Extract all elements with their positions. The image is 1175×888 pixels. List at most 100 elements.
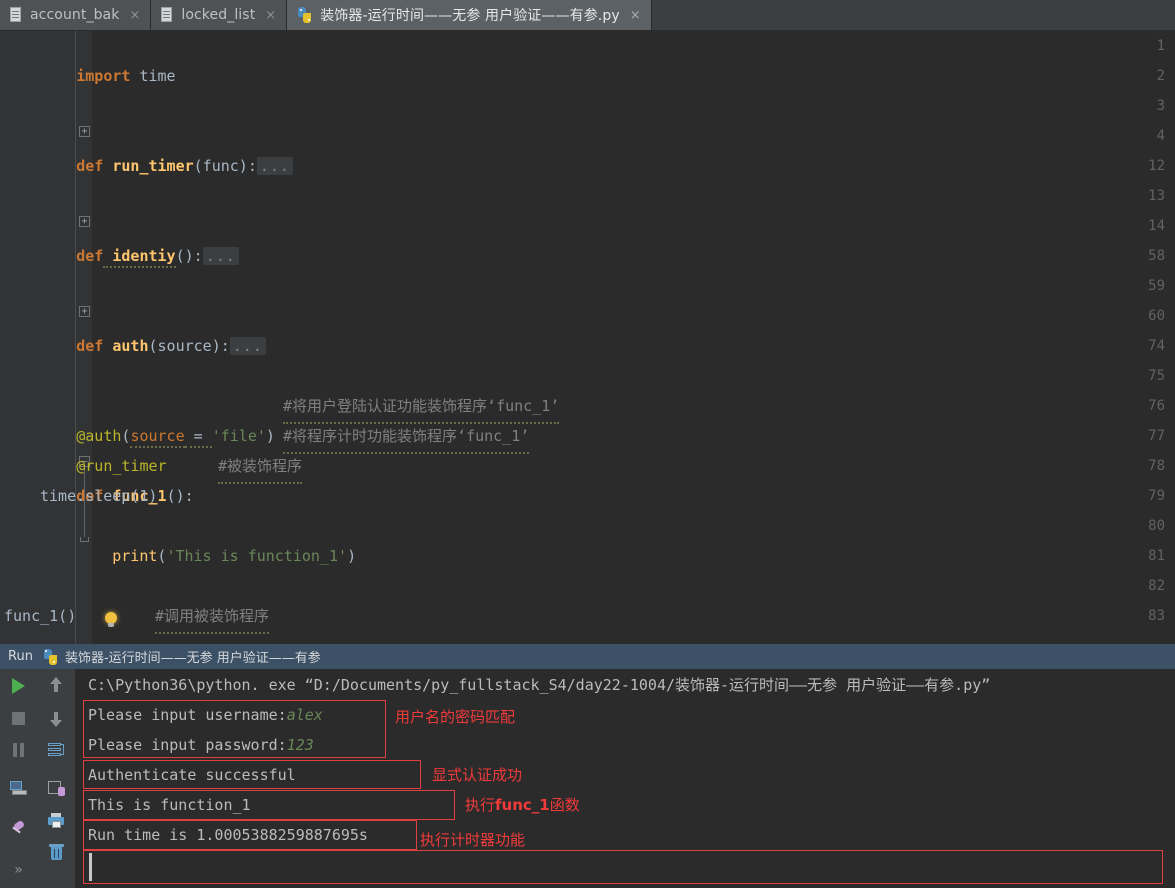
run-toolbar-right — [37, 669, 76, 888]
function-args: (): — [175, 247, 203, 265]
editor-tab-account-bak[interactable]: account_bak × — [0, 0, 152, 30]
tab-label: locked_list — [181, 7, 256, 23]
run-toolbar-left: » — [0, 669, 38, 888]
inline-comment: #调用被装饰程序 — [155, 601, 270, 634]
line-number: 81 — [1148, 548, 1165, 564]
user-input-value: alex — [286, 706, 323, 724]
editor-tab-bar: account_bak × locked_list × 装饰器-运行时间——无参… — [0, 0, 1175, 31]
export-button[interactable] — [37, 773, 75, 803]
annotation-box-caret-row — [83, 850, 1163, 884]
function-args: (source): — [148, 337, 230, 355]
show-console-button[interactable] — [0, 773, 37, 803]
run-configuration-name: 装饰器-运行时间——无参 用户验证——有参 — [64, 651, 321, 666]
console-output[interactable]: C:\Python36\python. exe “D:/Documents/py… — [76, 669, 1175, 888]
string-literal: 'This is function_1' — [166, 547, 348, 565]
expand-more-button[interactable]: » — [0, 855, 37, 885]
trash-icon — [48, 844, 64, 860]
console-icon — [9, 780, 28, 796]
line-number: 3 — [1156, 98, 1165, 114]
run-tool-window-label: Run — [8, 649, 33, 664]
function-args: (func): — [193, 157, 257, 175]
python-file-icon — [43, 648, 59, 665]
user-input-value: 123 — [286, 736, 314, 754]
folded-body-placeholder[interactable]: ... — [256, 157, 293, 175]
line-number: 12 — [1148, 158, 1165, 174]
rerun-button[interactable] — [0, 671, 37, 701]
statement-time-sleep: time.sleep(1) — [40, 487, 158, 505]
module-name: time — [130, 67, 176, 85]
line-number: 2 — [1156, 68, 1165, 84]
annot-emphasis: func_1 — [495, 796, 550, 814]
console-caret — [89, 853, 92, 881]
code-line-14: def identiy():... — [0, 211, 1175, 268]
file-icon — [10, 7, 23, 23]
code-line-4: def run_timer(func):... — [0, 121, 1175, 175]
soft-wrap-button[interactable] — [37, 735, 75, 765]
keyword-def: def — [76, 247, 104, 265]
tab-label: account_bak — [30, 7, 120, 23]
play-icon — [12, 678, 25, 694]
statement-func-1-call: func_1() — [4, 607, 77, 625]
console-line-password-prompt: Please input password:123 — [88, 731, 314, 760]
code-line-78: def func_1(): #被装饰程序 — [0, 451, 1175, 505]
print-button[interactable] — [37, 805, 75, 835]
down-the-stack-trace-button[interactable] — [37, 703, 75, 733]
up-the-stack-trace-button[interactable] — [37, 671, 75, 701]
console-command-line: C:\Python36\python. exe “D:/Documents/py… — [88, 676, 991, 694]
close-icon[interactable]: × — [629, 9, 642, 22]
close-icon[interactable]: × — [264, 9, 277, 22]
annot-suffix: 函数 — [549, 796, 580, 814]
console-line-auth-success: Authenticate successful — [88, 766, 296, 784]
inline-comment: #被装饰程序 — [218, 451, 303, 484]
prompt-text: Please input password: — [88, 736, 287, 754]
code-line-76: @auth(source = 'file') #将用户登陆认证功能装饰程序‘fu… — [0, 391, 1175, 448]
print-icon — [47, 812, 65, 828]
line-number: 74 — [1148, 338, 1165, 354]
editor-tab-locked-list[interactable]: locked_list × — [151, 0, 288, 30]
code-line-79: time.sleep(1) — [0, 481, 1175, 511]
code-line-60: def auth(source):... — [0, 301, 1175, 355]
folded-body-placeholder[interactable]: ... — [202, 247, 239, 265]
code-line-1: import time — [0, 31, 1175, 85]
line-number: 13 — [1148, 188, 1165, 204]
annotation-label-auth-success: 显式认证成功 — [432, 766, 523, 784]
function-name: run_timer — [103, 157, 194, 175]
stop-square-icon — [12, 711, 25, 725]
keyword-import: import — [76, 67, 131, 85]
clear-all-button[interactable] — [37, 837, 75, 867]
soft-wrap-icon — [48, 743, 64, 757]
line-number: 59 — [1148, 278, 1165, 294]
pin-icon — [10, 819, 27, 838]
console-line-username-prompt: Please input username:alex — [88, 701, 323, 730]
line-number: 58 — [1148, 248, 1165, 264]
code-line-80: print('This is function_1') — [0, 511, 1175, 565]
chevron-double-right-icon: » — [14, 862, 23, 878]
line-number: 82 — [1148, 578, 1165, 594]
folded-body-placeholder[interactable]: ... — [229, 337, 266, 355]
paren-close: ) — [347, 547, 357, 565]
prompt-text: Please input username: — [88, 706, 287, 724]
close-icon[interactable]: × — [128, 9, 141, 22]
export-icon — [47, 780, 65, 796]
tab-label: 装饰器-运行时间——无参 用户验证——有参.py — [320, 8, 620, 24]
python-file-icon — [297, 7, 313, 23]
editor-tab-decorator-py[interactable]: 装饰器-运行时间——无参 用户验证——有参.py × — [287, 0, 652, 30]
console-line-function-output: This is function_1 — [88, 796, 251, 814]
pause-button[interactable] — [0, 735, 37, 765]
function-name: identiy — [103, 247, 176, 268]
builtin-print: print — [112, 547, 158, 565]
code-editor[interactable]: 1 2 3 4 12 13 14 58 59 60 74 75 76 77 78… — [0, 31, 1175, 644]
run-tool-window-header: Run 装饰器-运行时间——无参 用户验证——有参 — [0, 644, 1175, 669]
inline-comment: #将程序计时功能装饰程序‘func_1’ — [283, 421, 530, 454]
pin-tab-button[interactable] — [0, 814, 37, 844]
annotation-label-timer: 执行计时器功能 — [420, 831, 526, 849]
function-name: auth — [103, 337, 149, 355]
line-number: 75 — [1148, 368, 1165, 384]
pycharm-window: account_bak × locked_list × 装饰器-运行时间——无参… — [0, 0, 1175, 888]
stop-button[interactable] — [0, 703, 37, 733]
console-line-run-time: Run time is 1.0005388259887695s — [88, 826, 368, 844]
keyword-def: def — [76, 337, 104, 355]
file-icon — [161, 7, 174, 23]
annotation-label-credentials: 用户名的密码匹配 — [395, 708, 516, 726]
code-line-77: @run_timer #将程序计时功能装饰程序‘func_1’ — [0, 421, 1175, 475]
